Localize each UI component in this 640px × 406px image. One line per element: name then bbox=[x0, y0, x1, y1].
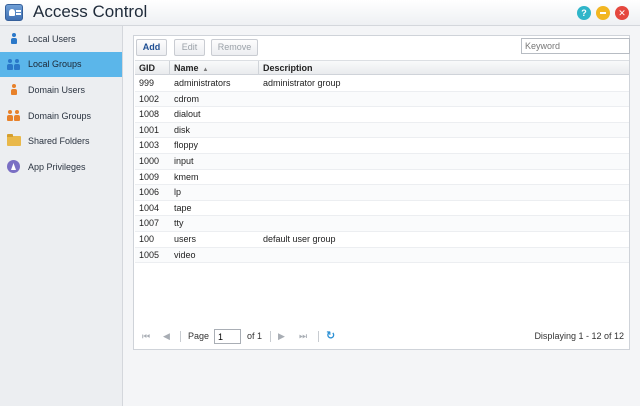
table-row[interactable]: 100 users default user group bbox=[135, 232, 629, 248]
app-privileges-icon bbox=[7, 159, 21, 174]
sidebar-item-shared-folders[interactable]: Shared Folders bbox=[0, 128, 122, 154]
close-button[interactable]: ✕ bbox=[615, 6, 629, 20]
table-row[interactable]: 1003 floppy bbox=[135, 138, 629, 154]
cell-gid: 100 bbox=[139, 233, 155, 244]
pagination-bar: ⏮ ◀ Page of 1 ▶ ⏭ ↻ Displaying 1 - 12 of… bbox=[134, 326, 629, 348]
pager-divider bbox=[318, 331, 319, 342]
edit-button[interactable]: Edit bbox=[174, 39, 205, 56]
table-row[interactable]: 1009 kmem bbox=[135, 170, 629, 186]
table-row[interactable]: 999 administrators administrator group bbox=[135, 76, 629, 92]
close-icon: ✕ bbox=[618, 8, 626, 18]
cell-gid: 1001 bbox=[139, 124, 160, 135]
previous-page-icon[interactable]: ◀ bbox=[163, 330, 170, 343]
cell-name: lp bbox=[174, 187, 182, 198]
page-count-label: of 1 bbox=[247, 331, 263, 341]
group-icon bbox=[7, 57, 21, 72]
cell-gid: 1008 bbox=[139, 109, 160, 120]
cell-gid: 1003 bbox=[139, 140, 160, 151]
keyword-search-input[interactable] bbox=[521, 38, 630, 54]
table-header: GID Name ▲ Description bbox=[135, 60, 629, 75]
column-header-name[interactable]: Name ▲ bbox=[170, 61, 259, 75]
remove-button[interactable]: Remove bbox=[211, 39, 258, 56]
cell-gid: 1004 bbox=[139, 202, 160, 213]
cell-name: administrators bbox=[174, 78, 231, 88]
cell-gid: 1005 bbox=[139, 249, 160, 260]
help-button[interactable]: ? bbox=[577, 6, 591, 20]
pager-divider bbox=[270, 331, 271, 342]
table-row[interactable]: 1002 cdrom bbox=[135, 91, 629, 108]
cell-gid: 1007 bbox=[139, 218, 160, 229]
sidebar-item-local-groups[interactable]: Local Groups bbox=[0, 51, 122, 78]
table-row[interactable]: 1000 input bbox=[135, 153, 629, 170]
table-row[interactable]: 1008 dialout bbox=[135, 107, 629, 123]
cell-name: tape bbox=[174, 202, 192, 213]
cell-name: users bbox=[174, 233, 197, 244]
sidebar-item-label: Domain Groups bbox=[28, 110, 92, 121]
pager-divider bbox=[180, 331, 181, 342]
table-row[interactable]: 1006 lp bbox=[135, 185, 629, 201]
table-row[interactable]: 1004 tape bbox=[135, 201, 629, 217]
add-button[interactable]: Add bbox=[136, 39, 167, 56]
cell-name: cdrom bbox=[174, 93, 200, 104]
table-body: 999 administrators administrator group 100… bbox=[135, 76, 629, 264]
cell-name: kmem bbox=[174, 171, 199, 182]
display-count-text: Displaying 1 - 12 of 12 bbox=[534, 331, 624, 341]
table-row[interactable]: 1007 tty bbox=[135, 216, 629, 232]
cell-gid: 1009 bbox=[139, 171, 160, 182]
column-header-description[interactable]: Description bbox=[259, 61, 629, 75]
table-row[interactable]: 1005 video bbox=[135, 247, 629, 264]
cell-description: default user group bbox=[263, 233, 336, 244]
minimize-icon bbox=[600, 12, 606, 14]
cell-name: tty bbox=[174, 218, 184, 229]
sidebar-item-label: Domain Users bbox=[28, 84, 86, 95]
refresh-icon[interactable]: ↻ bbox=[326, 330, 338, 342]
cell-gid: 999 bbox=[139, 78, 155, 88]
sidebar-item-domain-users[interactable]: Domain Users bbox=[0, 77, 122, 103]
sidebar-item-label: Local Users bbox=[28, 33, 76, 44]
cell-name: input bbox=[174, 155, 194, 166]
cell-gid: 1000 bbox=[139, 155, 160, 166]
last-page-icon[interactable]: ⏭ bbox=[299, 330, 307, 343]
table-row[interactable]: 1001 disk bbox=[135, 122, 629, 139]
sidebar: Local Users Local Groups Domain Users Do… bbox=[0, 26, 123, 406]
domain-user-icon bbox=[7, 82, 21, 97]
column-header-gid[interactable]: GID bbox=[135, 61, 170, 75]
toolbar: Add Edit Remove bbox=[134, 36, 630, 60]
minimize-button[interactable] bbox=[596, 6, 610, 20]
user-icon bbox=[7, 31, 21, 46]
cell-name: video bbox=[174, 249, 196, 260]
cell-gid: 1002 bbox=[139, 93, 160, 104]
sort-ascending-icon: ▲ bbox=[202, 67, 209, 73]
sidebar-item-label: Shared Folders bbox=[28, 136, 90, 147]
cell-gid: 1006 bbox=[139, 187, 160, 198]
title-bar: Access Control ? ✕ bbox=[0, 0, 640, 26]
sidebar-item-domain-groups[interactable]: Domain Groups bbox=[0, 103, 122, 129]
cell-name: floppy bbox=[174, 140, 199, 151]
folder-icon bbox=[7, 133, 21, 148]
next-page-icon[interactable]: ▶ bbox=[278, 330, 285, 343]
page-number-input[interactable] bbox=[214, 329, 241, 344]
cell-name: disk bbox=[174, 124, 191, 135]
access-control-app-icon bbox=[5, 4, 23, 21]
page-label: Page bbox=[188, 331, 210, 341]
window-title: Access Control bbox=[33, 2, 148, 21]
sidebar-item-local-users[interactable]: Local Users bbox=[0, 26, 122, 52]
cell-name: dialout bbox=[174, 109, 201, 120]
first-page-icon[interactable]: ⏮ bbox=[142, 330, 150, 343]
domain-group-icon bbox=[7, 108, 21, 123]
sidebar-item-app-privileges[interactable]: App Privileges bbox=[0, 154, 122, 180]
cell-description: administrator group bbox=[263, 78, 341, 88]
sidebar-item-label: App Privileges bbox=[28, 161, 86, 172]
sidebar-item-label: Local Groups bbox=[28, 59, 82, 70]
groups-panel: Add Edit Remove GID Name▲ Description 99… bbox=[133, 35, 630, 350]
